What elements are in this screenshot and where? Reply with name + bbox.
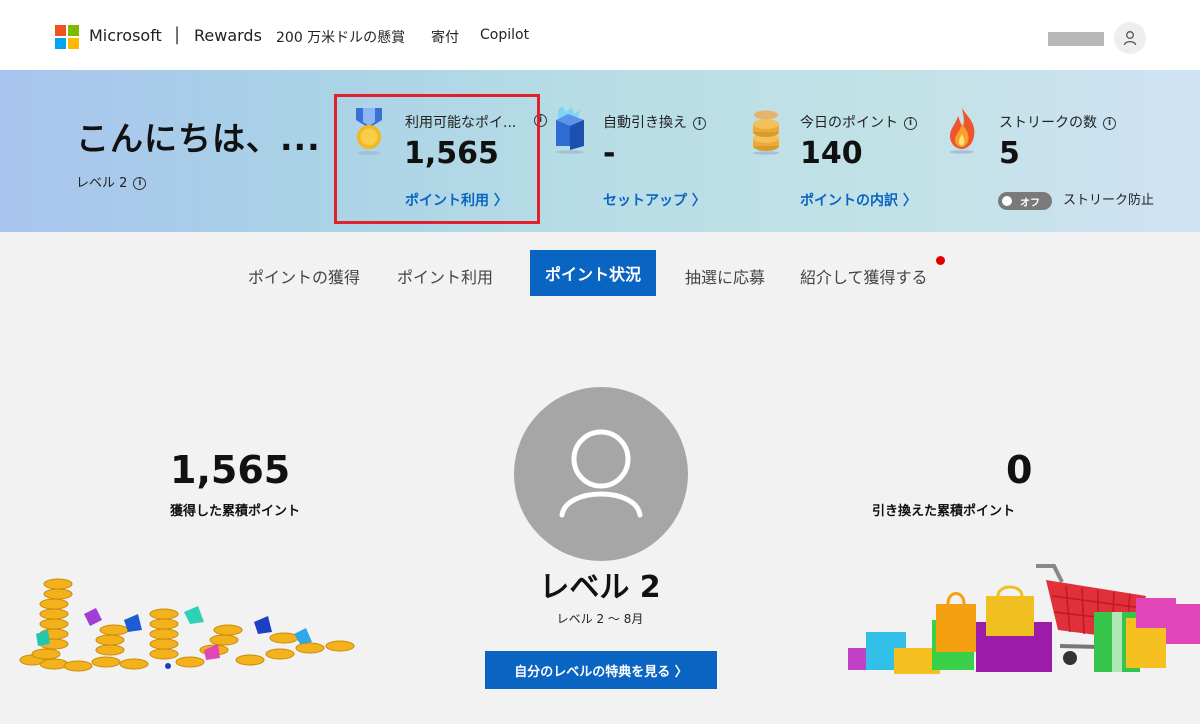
toggle-knob	[1002, 196, 1012, 206]
earned-points-label: 獲得した累積ポイント	[170, 504, 301, 519]
auto-redeem-value: -	[603, 136, 616, 171]
nav-copilot-link[interactable]: Copilot	[480, 27, 529, 43]
nav-sweepstakes-link[interactable]: 200 万米ドルの懸賞	[276, 27, 405, 47]
info-icon[interactable]: i	[693, 116, 706, 130]
account-avatar-icon[interactable]	[1114, 22, 1146, 54]
greeting-text: こんにちは、...	[76, 119, 321, 158]
earned-points-value: 1,565	[170, 448, 291, 492]
gift-box-icon	[556, 106, 584, 154]
todays-points-value: 140	[800, 136, 863, 171]
setup-link[interactable]: セットアップ 〉	[603, 190, 706, 210]
nav-donate-link[interactable]: 寄付	[431, 27, 459, 47]
top-nav: Microsoft | Rewards 200 万米ドルの懸賞 寄付 Copil…	[0, 0, 1200, 70]
streak-label: ストリークの数 i	[999, 112, 1116, 132]
info-icon[interactable]: i	[133, 177, 147, 190]
highlight-box	[334, 94, 540, 224]
shopping-cart-gifts-illustration-icon	[848, 564, 1200, 674]
info-icon[interactable]: i	[1103, 116, 1116, 130]
tab-sweepstakes[interactable]: 抽選に応募	[685, 264, 765, 288]
toggle-state-label: オフ	[1020, 198, 1040, 209]
redeemed-points-value: 0	[1006, 448, 1033, 492]
auto-redeem-label: 自動引き換え i	[603, 112, 706, 132]
brand-separator: |	[174, 24, 181, 45]
streak-value: 5	[999, 136, 1020, 171]
info-icon[interactable]: i	[904, 116, 917, 130]
streak-protection-label: ストリーク防止	[1063, 193, 1155, 208]
brand-name[interactable]: Microsoft	[89, 26, 162, 45]
todays-points-label: 今日のポイント i	[800, 112, 917, 132]
tab-points-status[interactable]: ポイント状況	[530, 250, 656, 296]
profile-avatar-icon	[514, 387, 688, 561]
notification-dot	[936, 256, 945, 265]
level-indicator: レベル 2 i	[76, 172, 147, 191]
rewards-link[interactable]: Rewards	[194, 26, 262, 45]
tab-redeem-points[interactable]: ポイント利用	[397, 264, 493, 288]
user-name-redacted[interactable]	[1048, 32, 1104, 46]
tab-earn-points[interactable]: ポイントの獲得	[248, 264, 360, 288]
microsoft-logo-icon[interactable]	[55, 25, 79, 49]
streak-protection-toggle[interactable]: オフ	[998, 192, 1052, 210]
view-level-benefits-button[interactable]: 自分のレベルの特典を見る 〉	[485, 651, 717, 689]
tab-refer-and-earn[interactable]: 紹介して獲得する	[800, 264, 928, 288]
redeemed-points-label: 引き換えた累積ポイント	[872, 504, 1016, 519]
coins-gems-illustration-icon	[19, 578, 355, 672]
flame-icon	[950, 108, 975, 154]
points-breakdown-link[interactable]: ポイントの内訳 〉	[800, 190, 917, 210]
level-label: レベル 2	[76, 176, 128, 191]
coin-stack-icon	[753, 110, 779, 155]
points-banner: こんにちは、... レベル 2i 利用可能なポイ... i 1,565 ポイント…	[0, 70, 1200, 232]
